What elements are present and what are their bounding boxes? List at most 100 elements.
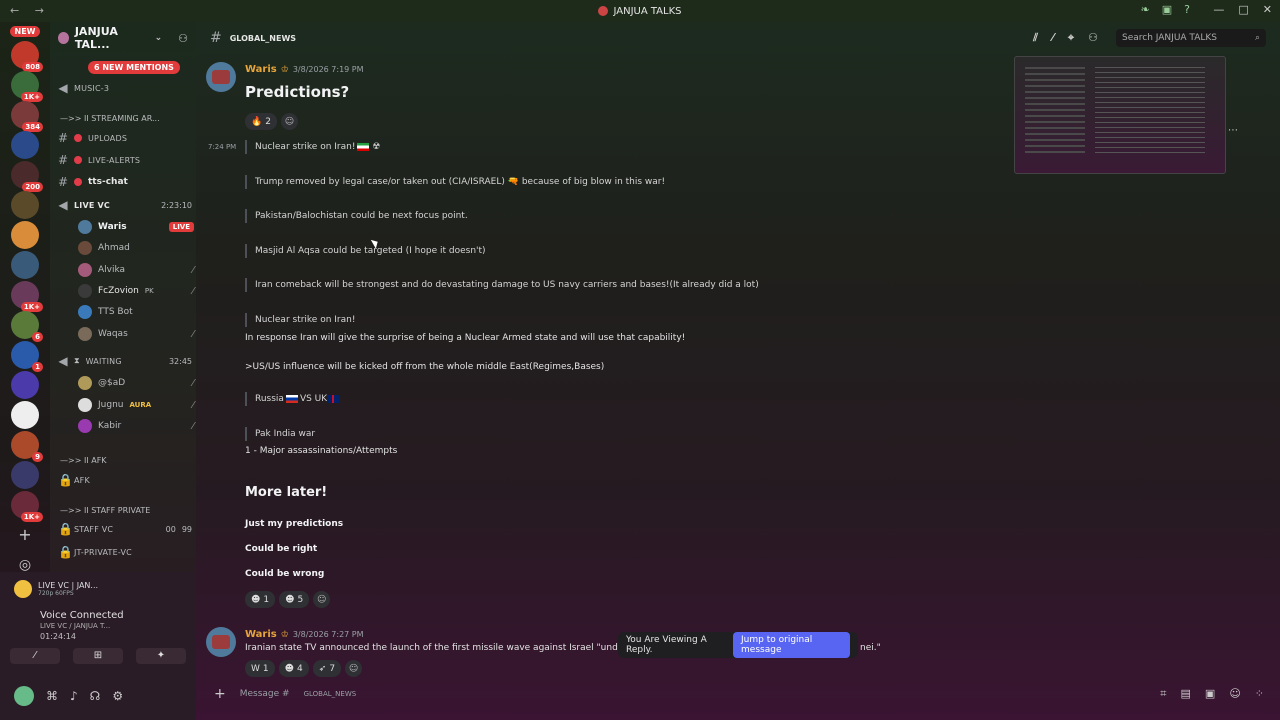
server-icon-8[interactable] [11,251,39,279]
voice-user-jugnu[interactable]: Jugnu AURA ⁄ [78,395,194,415]
author-name[interactable]: Waris [245,64,277,75]
sticker-icon[interactable]: ▣ [1205,687,1215,701]
server-icon-2[interactable]: 1K+ [11,71,43,102]
server-icon-5[interactable]: 200 [11,161,43,192]
server-icon-16[interactable]: 1K+ [11,491,43,522]
quote-line: Russia VS UK [245,392,340,406]
server-icon-11[interactable]: 1 [11,341,43,372]
notifications-off-icon[interactable]: ⁄ [1052,31,1054,45]
channel-label: LIVE-ALERTS [88,155,141,165]
activities-icon[interactable]: ✦ [136,648,186,664]
category-afk[interactable]: —>> ıı AFK [60,456,107,465]
voice-user-kabir[interactable]: Kabir ⁄ [78,416,194,436]
server-icon-14[interactable]: 9 [11,431,43,462]
server-icon-1[interactable]: 808 [11,41,43,72]
help-icon[interactable]: ? [1184,3,1190,16]
close-icon[interactable]: ✕ [1263,3,1272,16]
server-icon-15[interactable] [11,461,39,489]
reaction-2[interactable]: ☻ 4 [278,660,309,677]
plus-icon[interactable]: + [214,686,226,702]
add-reaction-icon[interactable]: ☺ [345,660,363,677]
voice-user-ahmad[interactable]: Ahmad [78,238,194,258]
red-dot-icon [74,156,82,164]
avatar[interactable] [206,62,236,92]
voice-user-waris[interactable]: Waris LIVE [78,217,194,237]
nav-arrows[interactable]: ← → [10,4,50,17]
chevron-down-icon[interactable]: ⌄ [155,33,163,43]
gear-icon[interactable]: ⚙ [112,689,123,703]
server-icon-6[interactable] [11,191,39,219]
threads-icon[interactable]: ⫽ [1033,31,1038,45]
screen-share-icon[interactable]: ⊞ [73,648,123,664]
channel-live-vc[interactable]: ◀ LIVE VC 2:23:10 [58,195,192,215]
add-reaction-icon[interactable]: ☺ [280,113,298,130]
server-icon-9[interactable]: 1K+ [11,281,43,312]
back-button[interactable]: ← [10,4,25,17]
channel-waiting[interactable]: ◀ ⧗ WAITING 32:45 [58,351,192,371]
apps-icon[interactable]: ⁘ [1255,687,1264,701]
jump-to-original-button[interactable]: Jump to original message [733,632,850,658]
server-icon-7[interactable] [11,221,39,249]
minimize-icon[interactable]: — [1213,3,1224,16]
mic-icon[interactable]: ♪ [70,689,78,703]
inbox-icon[interactable]: ▣ [1162,3,1172,16]
badge-icon: ♔ [280,64,289,75]
message-composer[interactable]: + Message # GLOBAL_NEWS ⌗ ▤ ▣ ☺ ⁘ [204,680,1274,708]
search-input[interactable]: Search JANJUA TALKS ⌕ [1116,29,1266,47]
channel-uploads[interactable]: # UPLOADS [58,128,192,148]
headphones-icon[interactable]: ☊ [90,689,101,703]
category-streaming[interactable]: —>> ıı STREAMING AR... [60,114,160,123]
voice-user-fczovion[interactable]: FcZovion PK ⁄ [78,281,194,301]
gif-icon[interactable]: ▤ [1181,687,1191,701]
server-icon-4[interactable] [11,131,39,159]
category-staff[interactable]: —>> ıı STAFF PRIVATE [60,506,150,515]
channel-live-alerts[interactable]: # LIVE-ALERTS [58,150,192,170]
add-server-icon[interactable]: + [11,521,39,549]
leaf-icon[interactable]: ❧ [1141,3,1150,16]
channel-jt-private[interactable]: 🔒 JT-PRIVATE-VC [58,542,192,562]
reaction-count: 4 [297,663,303,674]
author-name[interactable]: Waris [245,629,277,640]
reaction-2[interactable]: ☻ 5 [279,591,310,608]
voice-user-waqas[interactable]: Waqas ⁄ [78,324,194,344]
category-label: STREAMING AR... [91,114,160,123]
server-icon-3[interactable]: 384 [11,101,43,132]
forward-button[interactable]: → [35,4,50,17]
server-header[interactable]: JANJUA TAL... ⌄ ⚇ [50,22,196,54]
pin-icon[interactable]: ⌖ [1068,31,1074,45]
reaction-fire[interactable]: 🔥 2 [245,113,277,130]
message-line: Could be wrong [245,569,325,579]
emoji-icon[interactable]: ☺ [1229,687,1240,701]
new-mentions-badge[interactable]: 6 NEW MENTIONS [88,61,180,74]
server-icon-13[interactable] [11,401,39,429]
voice-user-tts-bot[interactable]: TTS Bot [78,302,194,322]
server-icon-12[interactable] [11,371,39,399]
avatar[interactable] [206,627,236,657]
channel-tts-chat[interactable]: # tts-chat [58,172,192,192]
server-icon-10[interactable]: 6 [11,311,43,342]
add-reaction-icon[interactable]: ☺ [313,591,331,608]
gamepad-icon[interactable]: ⌘ [46,689,58,703]
add-friend-icon[interactable]: ⚇ [178,32,188,45]
message-author[interactable]: Waris ♔ 3/8/2026 7:19 PM [245,64,364,75]
reaction-w[interactable]: W1 [245,660,275,677]
channel-staff-vc[interactable]: 🔒 STAFF VC 00 99 [58,519,192,539]
voice-user-alvika[interactable]: Alvika ⁄ [78,260,194,280]
voice-channel-header[interactable]: LIVE VC | JAN... 720p 60FPS [14,580,98,598]
server-badge: 1 [32,362,43,372]
reaction-1[interactable]: ☻ 1 [245,591,276,608]
screen-share-preview[interactable] [1014,56,1226,174]
camera-off-icon[interactable]: ⁄ [10,648,60,664]
maximize-icon[interactable]: □ [1238,3,1248,16]
channel-music-3[interactable]: ◀ MUSIC-3 [58,78,192,98]
live-badge: LIVE [168,222,194,232]
more-options-icon[interactable]: ⋯ [1228,125,1238,136]
members-icon[interactable]: ⚇ [1088,31,1098,45]
gift-icon[interactable]: ⌗ [1160,687,1166,701]
reaction-rocket[interactable]: ➶ 7 [312,660,342,677]
avatar[interactable] [14,686,34,706]
message-author[interactable]: Waris ♔ 3/8/2026 7:27 PM [245,629,364,640]
channel-afk[interactable]: 🔒 AFK [58,470,192,490]
voice-user-sad[interactable]: @$aD ⁄ [78,373,194,393]
mic-off-icon: ⁄ [192,399,194,411]
